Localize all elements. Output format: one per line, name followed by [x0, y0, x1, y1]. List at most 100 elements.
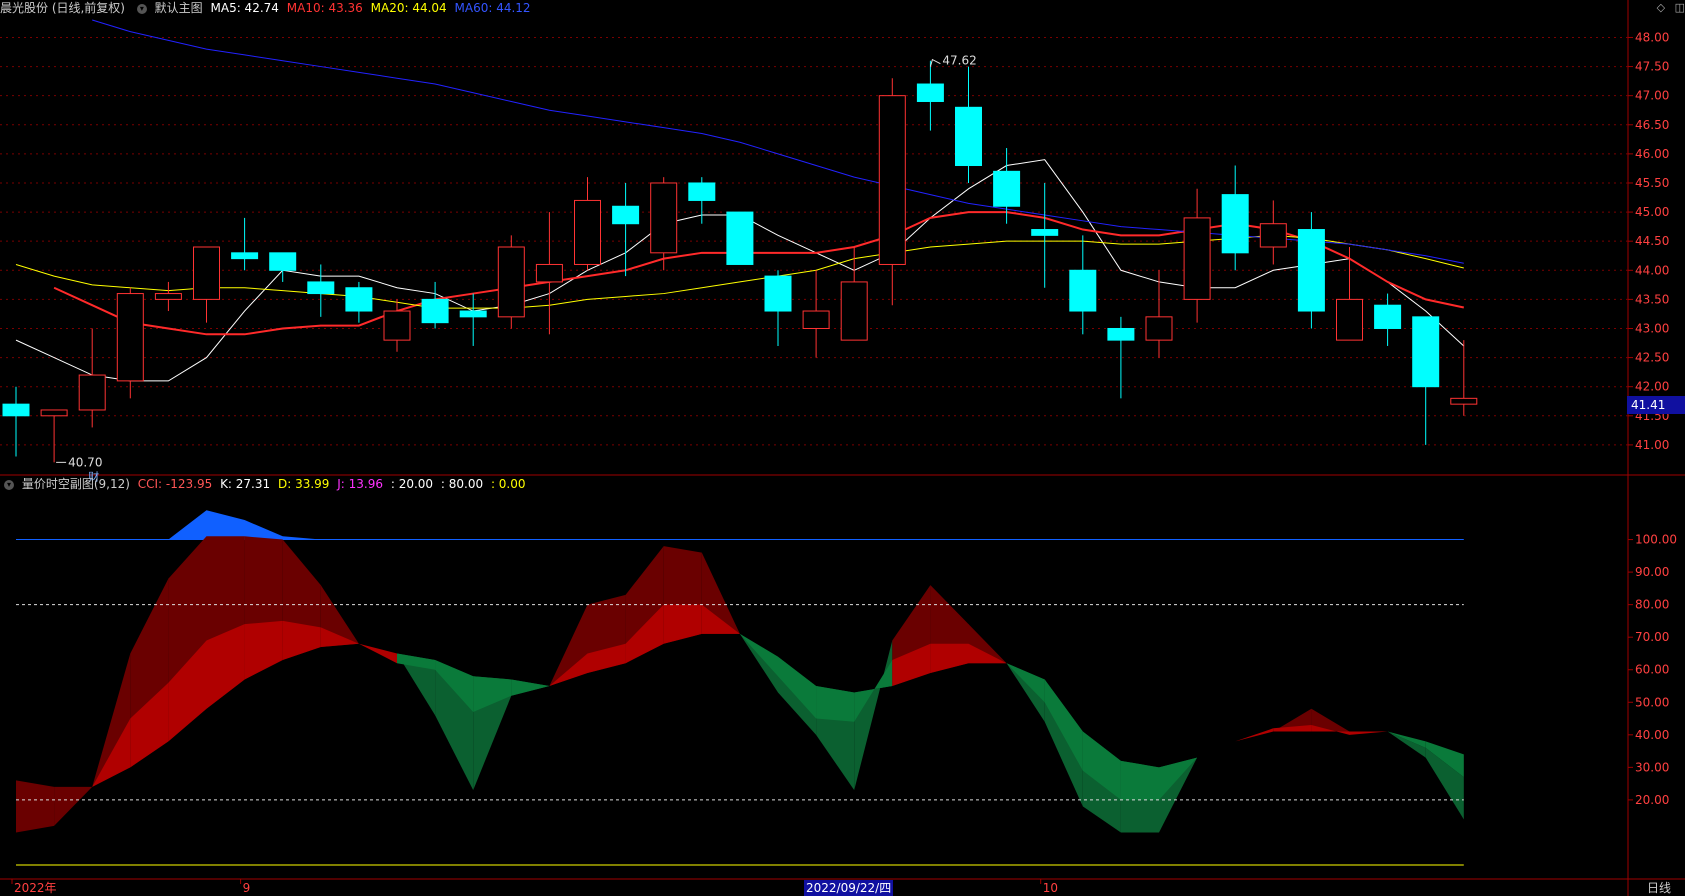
main-chart-header: 晨光股份 (日线,前复权) ▾ 默认主图 MA5: 42.74 MA10: 43… — [0, 0, 535, 16]
x-tick-label: 10 — [1043, 881, 1058, 895]
candle-down — [1221, 165, 1249, 271]
line80-label: : 80.00 — [440, 477, 484, 491]
bull-core — [282, 620, 321, 660]
y-tick-label: 50.00 — [1635, 695, 1669, 709]
y-tick-label: 47.50 — [1635, 60, 1669, 74]
y-tick-label: 45.00 — [1635, 205, 1669, 219]
bull-core — [358, 643, 397, 664]
period-label[interactable]: 日线 — [1645, 880, 1673, 896]
candle-body — [269, 252, 297, 271]
candle-up — [40, 409, 68, 463]
ma10-label: MA10: 43.36 — [286, 1, 363, 15]
candle-body — [1336, 298, 1363, 341]
candle-up — [1183, 188, 1211, 323]
candle-down — [612, 182, 640, 277]
candle-up — [1259, 200, 1287, 265]
candle-body — [40, 409, 68, 417]
y-tick-label: 80.00 — [1635, 598, 1669, 612]
j-label: J: 13.96 — [337, 477, 384, 491]
candle-body — [116, 293, 144, 382]
chart-label[interactable]: 默认主图 — [155, 1, 203, 15]
candle-down — [955, 66, 982, 183]
candle-up — [154, 281, 182, 312]
candle-down — [2, 386, 30, 457]
bull-core — [1235, 728, 1274, 742]
candle-body — [726, 211, 754, 265]
indicator-name[interactable]: 量价时空副图(9,12) — [22, 477, 130, 491]
bull-band — [16, 780, 55, 833]
candle-down — [1412, 316, 1440, 445]
candle-up — [1336, 247, 1363, 341]
bear-core — [1120, 760, 1159, 800]
candle-body — [1107, 327, 1135, 341]
y-tick-label: 48.00 — [1635, 30, 1669, 44]
candle-body — [421, 298, 449, 324]
window-icon[interactable]: ◫ — [1675, 1, 1685, 14]
candle-up — [1450, 340, 1478, 416]
candle-body — [459, 310, 487, 318]
bear-core — [511, 679, 550, 696]
candle-down — [459, 293, 487, 346]
candle-down — [231, 217, 259, 271]
stock-name[interactable]: 晨光股份 (日线,前复权) — [0, 1, 125, 15]
bull-core — [1349, 731, 1388, 735]
chevron-down-icon[interactable]: ▾ — [136, 3, 147, 14]
candle-down — [764, 270, 792, 346]
high-label: 47.62 — [942, 54, 976, 68]
y-tick-label: 42.50 — [1635, 351, 1669, 365]
line20-label: : 20.00 — [390, 477, 434, 491]
y-tick-label: 43.00 — [1635, 321, 1669, 335]
candle-body — [2, 403, 30, 417]
ma5-label: MA5: 42.74 — [210, 1, 279, 15]
candle-down — [269, 252, 297, 282]
stock-chart[interactable]: 41.0041.5042.0042.5043.0043.5044.0044.50… — [0, 0, 1685, 896]
low-label: 40.70 — [68, 455, 102, 469]
candle-body — [878, 95, 906, 265]
y-tick-label: 44.00 — [1635, 263, 1669, 277]
candle-body — [1221, 194, 1249, 254]
y-tick-label: 43.50 — [1635, 292, 1669, 306]
candle-body — [1031, 229, 1059, 236]
candle-body — [840, 281, 868, 341]
candle-body — [1145, 316, 1173, 341]
candle-down — [726, 211, 754, 265]
bear-core — [816, 686, 855, 722]
candle-up — [78, 328, 106, 428]
bull-core — [930, 643, 969, 673]
d-label: D: 33.99 — [277, 477, 330, 491]
candle-body — [1259, 223, 1287, 248]
y-tick-label: 90.00 — [1635, 565, 1669, 579]
bull-band — [1197, 741, 1236, 758]
candle-down — [421, 281, 449, 329]
candle-body — [154, 293, 182, 300]
candle-body — [497, 246, 525, 318]
candle-down — [1374, 293, 1402, 346]
candle-body — [802, 310, 830, 329]
candle-body — [1183, 217, 1211, 300]
ma20-label: MA20: 44.04 — [370, 1, 447, 15]
candle-body — [993, 170, 1021, 207]
candle-body — [1069, 269, 1097, 312]
diamond-icon[interactable]: ◇ — [1657, 1, 1665, 14]
candle-body — [78, 374, 106, 411]
candle-down — [307, 264, 335, 317]
candle-body — [193, 246, 220, 300]
candle-down — [1069, 235, 1097, 335]
y-tick-label: 20.00 — [1635, 793, 1669, 807]
y-tick-label: 40.00 — [1635, 728, 1669, 742]
bull-band — [54, 786, 93, 826]
candle-body — [916, 83, 944, 102]
y-tick-label: 60.00 — [1635, 663, 1669, 677]
overbought-area — [16, 510, 1464, 540]
candle-down — [345, 281, 373, 323]
chevron-down-icon[interactable]: ▾ — [4, 479, 14, 490]
candle-body — [612, 205, 640, 225]
y-tick-label: 46.50 — [1635, 118, 1669, 132]
candle-body — [383, 310, 411, 341]
sub-chart-header: ▾ 量价时空副图(9,12) CCI: -123.95 K: 27.31 D: … — [0, 476, 530, 492]
current-price-tag: 41.41 — [1627, 396, 1685, 414]
y-tick-label: 70.00 — [1635, 630, 1669, 644]
y-tick-label: 45.50 — [1635, 176, 1669, 190]
y-tick-label: 44.50 — [1635, 234, 1669, 248]
candle-body — [764, 275, 792, 312]
